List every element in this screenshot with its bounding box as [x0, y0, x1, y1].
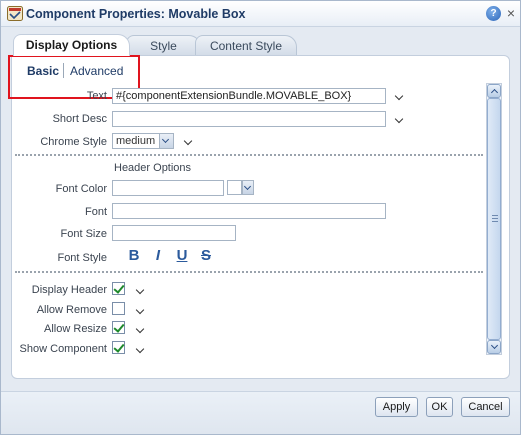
cancel-button[interactable]: Cancel [461, 397, 510, 417]
tab-style[interactable]: Style [126, 35, 201, 55]
display-header-checkbox[interactable] [112, 282, 125, 295]
chrome-style-label: Chrome Style [40, 136, 107, 148]
component-properties-dialog: Component Properties: Movable Box ? × Di… [0, 0, 521, 435]
short-desc-expand-icon[interactable] [395, 114, 405, 124]
ok-button[interactable]: OK [426, 397, 453, 417]
font-color-field[interactable] [112, 180, 224, 196]
tab-content-style[interactable]: Content Style [195, 35, 297, 55]
show-component-label: Show Component [19, 343, 107, 355]
title-bar: Component Properties: Movable Box ? × [1, 1, 520, 27]
allow-remove-checkbox[interactable] [112, 302, 125, 315]
display-header-expand-icon[interactable] [136, 285, 146, 295]
component-properties-icon [7, 6, 23, 21]
font-size-field[interactable] [112, 225, 236, 241]
text-expand-icon[interactable] [395, 91, 405, 101]
short-desc-label: Short Desc [52, 113, 107, 125]
font-label: Font [84, 206, 107, 218]
font-size-label: Font Size [60, 228, 107, 240]
close-icon[interactable]: × [504, 5, 518, 21]
allow-remove-expand-icon[interactable] [136, 305, 146, 315]
chrome-style-expand-icon[interactable] [184, 136, 194, 146]
font-color-label: Font Color [55, 183, 107, 195]
font-field[interactable] [112, 203, 386, 219]
bold-icon[interactable]: B [126, 248, 142, 264]
italic-icon[interactable]: I [150, 248, 166, 264]
divider [15, 271, 483, 273]
tab-display-options[interactable]: Display Options [13, 34, 130, 56]
text-field[interactable]: #{componentExtensionBundle.MOVABLE_BOX} [112, 88, 386, 104]
divider [15, 154, 483, 156]
chrome-style-select[interactable]: medium [112, 133, 174, 149]
header-options-title: Header Options [114, 162, 192, 174]
scroll-up-icon[interactable] [487, 84, 501, 98]
help-icon[interactable]: ? [486, 6, 501, 21]
strikethrough-icon[interactable]: S [198, 248, 214, 264]
allow-resize-label: Allow Resize [44, 323, 107, 335]
show-component-expand-icon[interactable] [136, 344, 146, 354]
vertical-scrollbar[interactable] [486, 83, 502, 355]
color-swatch[interactable] [227, 180, 242, 195]
scroll-down-icon[interactable] [487, 340, 501, 354]
show-component-checkbox[interactable] [112, 341, 125, 354]
font-style-label: Font Style [57, 252, 107, 264]
color-dropdown-icon[interactable] [242, 180, 254, 195]
dialog-title: Component Properties: Movable Box [26, 7, 246, 21]
allow-resize-expand-icon[interactable] [136, 324, 146, 334]
short-desc-field[interactable] [112, 111, 386, 127]
underline-icon[interactable]: U [174, 248, 190, 264]
display-header-label: Display Header [31, 284, 107, 296]
allow-resize-checkbox[interactable] [112, 321, 125, 334]
text-label: Text [86, 90, 107, 102]
grip-icon [492, 215, 498, 223]
chrome-style-value: medium [116, 135, 156, 147]
chevron-down-icon[interactable] [159, 134, 173, 148]
scroll-thumb[interactable] [487, 98, 501, 340]
allow-remove-label: Allow Remove [36, 304, 107, 316]
apply-button[interactable]: Apply [375, 397, 418, 417]
